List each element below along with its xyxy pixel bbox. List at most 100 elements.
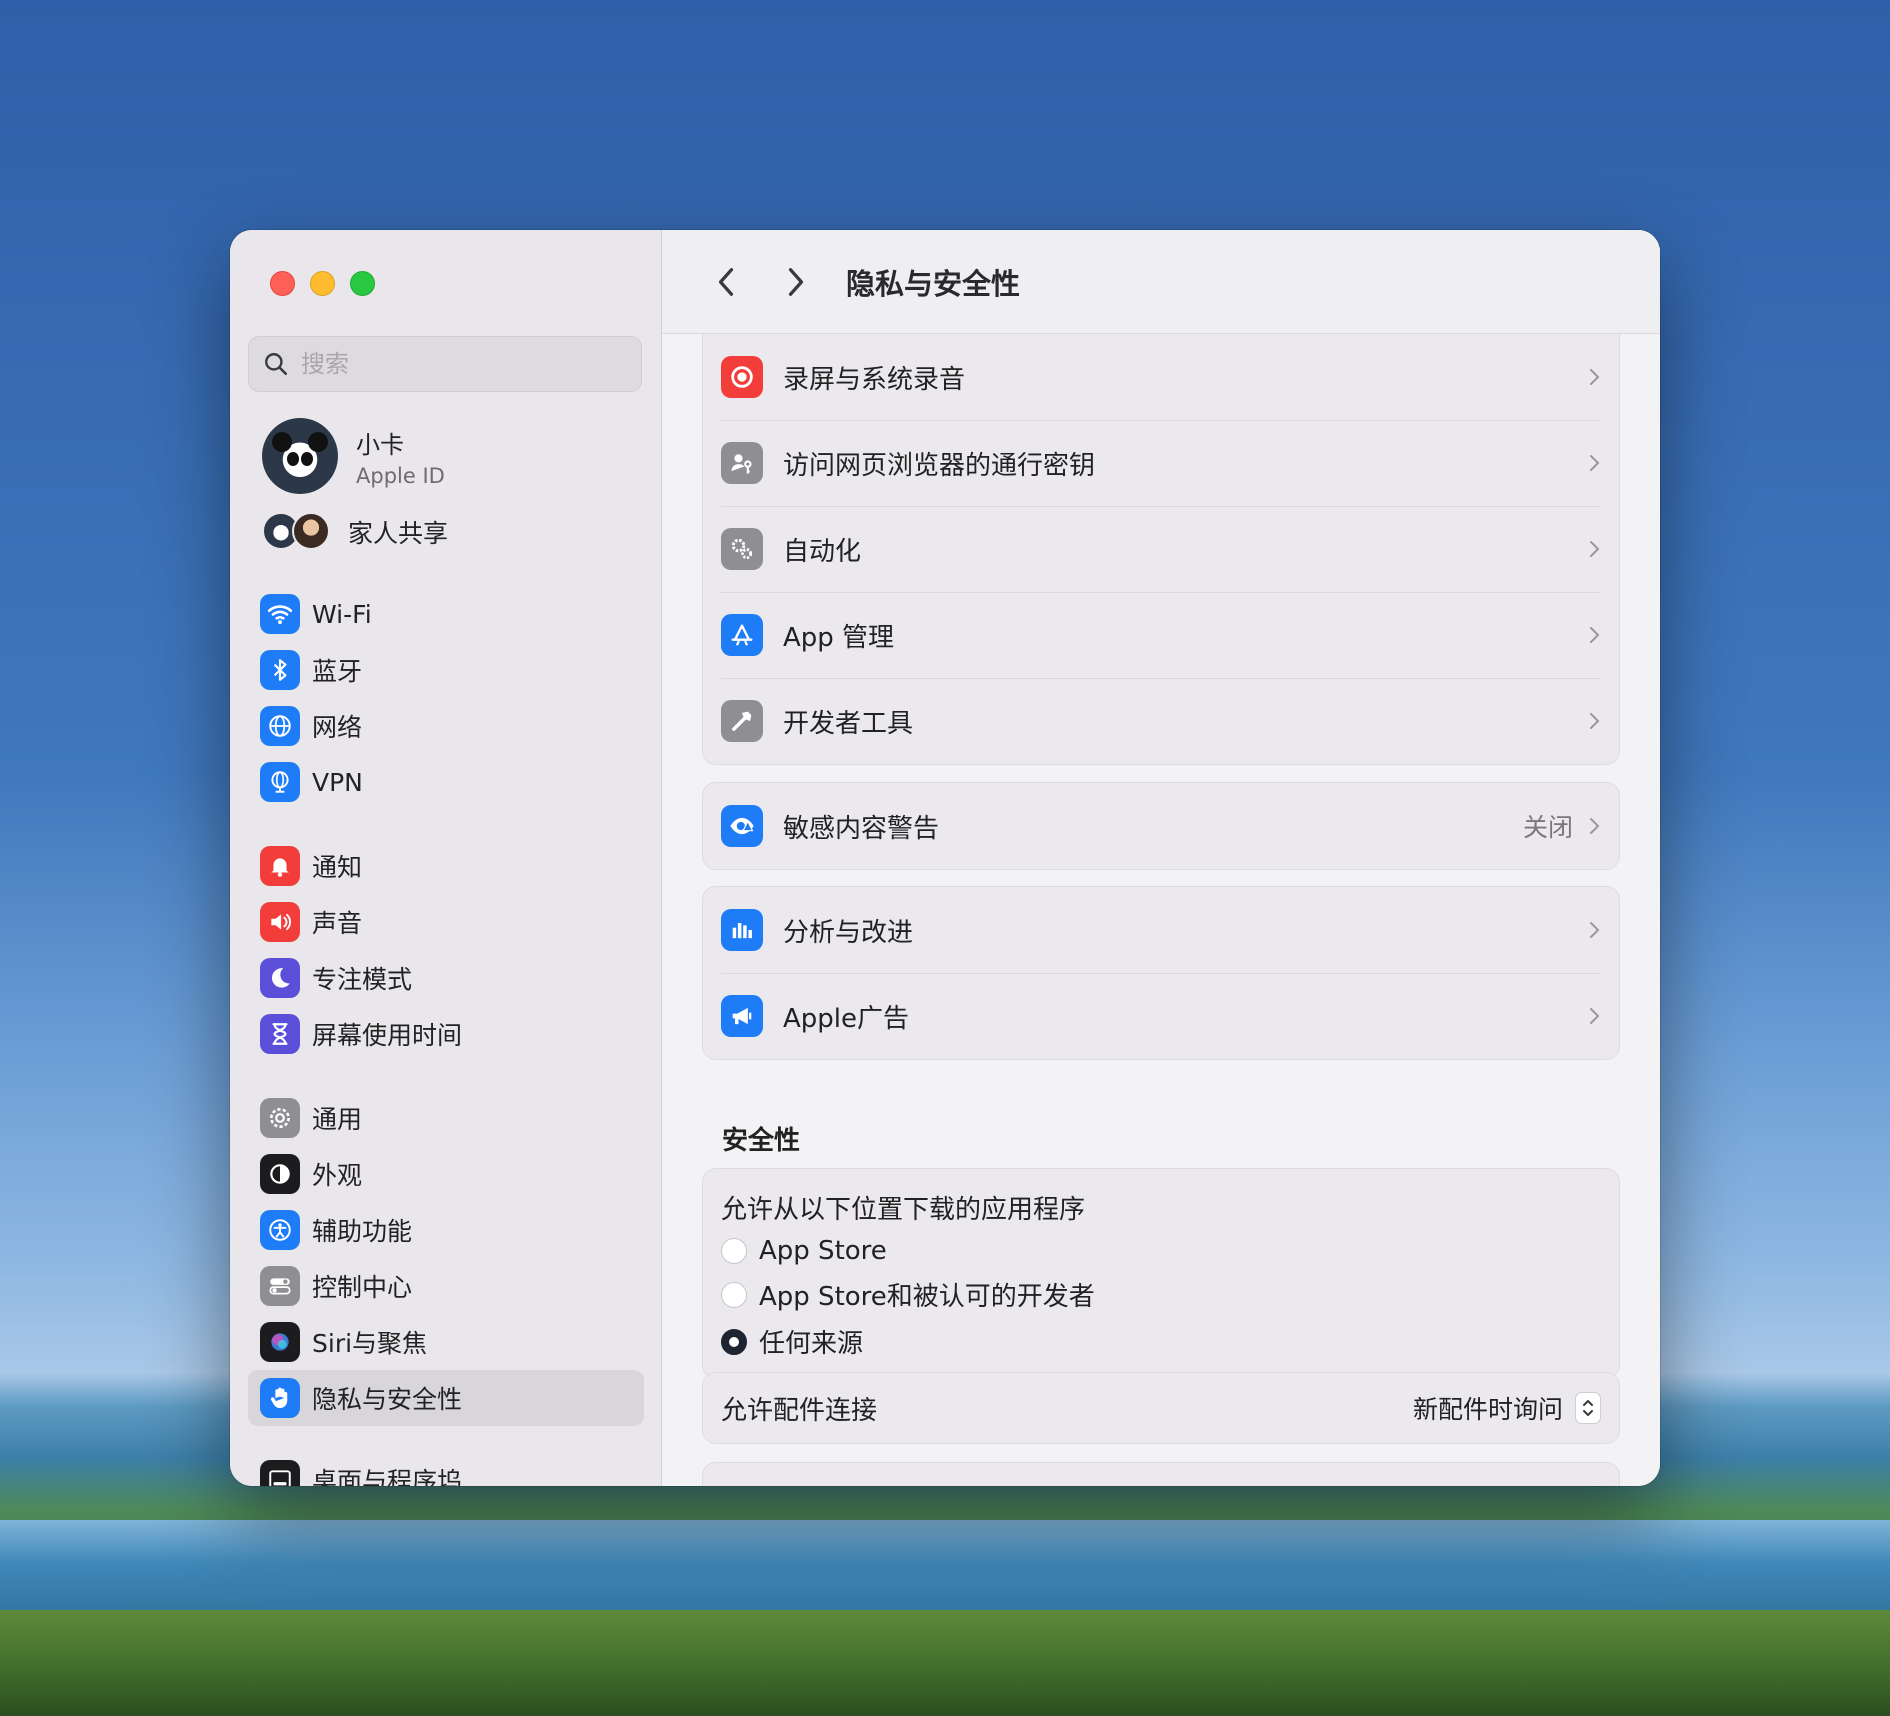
- sidebar-group-network: Wi-Fi 蓝牙 网络 VPN: [248, 586, 644, 810]
- sidebar-item-appearance[interactable]: 外观: [248, 1146, 644, 1202]
- row-app-management[interactable]: App 管理: [703, 592, 1619, 678]
- family-avatars: [262, 512, 332, 552]
- sidebar-item-desktop-dock[interactable]: 桌面与程序坞: [248, 1452, 644, 1486]
- apple-id-account[interactable]: 小卡 Apple ID: [262, 418, 445, 494]
- row-sensitive-content[interactable]: 敏感内容警告 关闭: [703, 783, 1619, 869]
- bell-icon: [260, 846, 300, 886]
- radio-button[interactable]: [721, 1238, 747, 1264]
- search-field[interactable]: [248, 336, 642, 392]
- toggles-icon: [260, 1266, 300, 1306]
- row-label: 允许配件连接: [721, 1395, 878, 1426]
- privacy-list-card-2: 分析与改进 Apple广告: [702, 886, 1620, 1060]
- accessory-popup[interactable]: 新配件时询问: [1413, 1390, 1601, 1426]
- toolbar: 隐私与安全性: [662, 230, 1660, 334]
- sidebar-item-label: 桌面与程序坞: [312, 1467, 463, 1486]
- sidebar-item-bluetooth[interactable]: 蓝牙: [248, 642, 644, 698]
- account-name: 小卡: [356, 430, 404, 459]
- chevron-left-icon: [718, 267, 734, 296]
- radio-button[interactable]: [721, 1281, 747, 1308]
- sidebar-item-privacy-security[interactable]: 隐私与安全性: [248, 1370, 644, 1426]
- accessibility-icon: [260, 1210, 300, 1250]
- row-apple-ads[interactable]: Apple广告: [703, 973, 1619, 1059]
- sidebar-item-focus[interactable]: 专注模式: [248, 950, 644, 1006]
- eye-warning-icon: [721, 805, 763, 847]
- chevron-right-icon: [1590, 818, 1600, 834]
- siri-icon: [260, 1322, 300, 1362]
- sidebar-item-label: 蓝牙: [312, 657, 363, 686]
- sidebar-item-accessibility[interactable]: 辅助功能: [248, 1202, 644, 1258]
- sidebar-group-system: 通用 外观 辅助功能 控制中心 Siri与聚焦 隐私与安全性: [248, 1090, 644, 1426]
- row-label: 访问网页浏览器的通行密钥: [783, 450, 1096, 481]
- page-title: 隐私与安全性: [846, 266, 1021, 301]
- appearance-icon: [260, 1154, 300, 1194]
- radio-app-store[interactable]: App Store: [721, 1236, 1601, 1266]
- forward-button[interactable]: [774, 260, 818, 304]
- close-button[interactable]: [270, 271, 295, 296]
- sidebar-item-network[interactable]: 网络: [248, 698, 644, 754]
- chevron-right-icon: [1590, 627, 1600, 643]
- chevron-right-icon: [1590, 713, 1600, 729]
- wallpaper-ground: [0, 1610, 1890, 1716]
- family-sharing-label: 家人共享: [348, 519, 449, 548]
- sidebar-item-label: 网络: [312, 713, 363, 742]
- sidebar-item-control-center[interactable]: 控制中心: [248, 1258, 644, 1314]
- megaphone-icon: [721, 995, 763, 1037]
- wifi-icon: [260, 594, 300, 634]
- sidebar-item-label: VPN: [312, 767, 363, 797]
- privacy-list-card-1: 录屏与系统录音 访问网页浏览器的通行密钥 自动化 App 管理 开发者工具: [702, 334, 1620, 765]
- speaker-icon: [260, 902, 300, 942]
- account-subtitle: Apple ID: [356, 463, 445, 488]
- row-label: 自动化: [783, 536, 862, 567]
- sidebar-group-notifications: 通知 声音 专注模式 屏幕使用时间: [248, 838, 644, 1062]
- sidebar-item-screen-time[interactable]: 屏幕使用时间: [248, 1006, 644, 1062]
- bluetooth-icon: [260, 650, 300, 690]
- row-label: 开发者工具: [783, 708, 914, 739]
- radio-anywhere[interactable]: 任何来源: [721, 1323, 1601, 1360]
- radio-app-store-identified[interactable]: App Store和被认可的开发者: [721, 1276, 1601, 1313]
- sidebar-item-label: Siri与聚焦: [312, 1329, 428, 1358]
- accessory-card: 允许配件连接 新配件时询问: [702, 1372, 1620, 1444]
- settings-window: 小卡 Apple ID 家人共享 Wi-Fi 蓝牙: [230, 230, 1660, 1486]
- radio-label: App Store: [759, 1236, 887, 1266]
- family-sharing[interactable]: 家人共享: [262, 512, 448, 552]
- radio-label: 任何来源: [759, 1329, 864, 1359]
- row-accessory-connection: 允许配件连接 新配件时询问: [703, 1373, 1619, 1443]
- row-label: 分析与改进: [783, 917, 914, 948]
- sidebar-item-general[interactable]: 通用: [248, 1090, 644, 1146]
- row-label: App 管理: [783, 622, 895, 653]
- row-passkeys[interactable]: 访问网页浏览器的通行密钥: [703, 420, 1619, 506]
- chevron-right-icon: [1590, 922, 1600, 938]
- radio-button-selected[interactable]: [721, 1328, 747, 1355]
- download-source-card: 允许从以下位置下载的应用程序 App Store App Store和被认可的开…: [702, 1168, 1620, 1379]
- sidebar-item-siri[interactable]: Siri与聚焦: [248, 1314, 644, 1370]
- sidebar-item-wifi[interactable]: Wi-Fi: [248, 586, 644, 642]
- sidebar-item-label: Wi-Fi: [312, 599, 372, 629]
- minimize-button[interactable]: [310, 271, 335, 296]
- sidebar-item-vpn[interactable]: VPN: [248, 754, 644, 810]
- row-analytics[interactable]: 分析与改进: [703, 887, 1619, 973]
- back-button[interactable]: [704, 260, 748, 304]
- popup-stepper-icon: [1575, 1392, 1601, 1424]
- accessory-popup-value: 新配件时询问: [1412, 1395, 1563, 1424]
- hammer-icon: [721, 700, 763, 742]
- hourglass-icon: [260, 1014, 300, 1054]
- chevron-right-icon: [1590, 1008, 1600, 1024]
- row-screen-recording[interactable]: 录屏与系统录音: [703, 334, 1619, 420]
- app-store-icon: [721, 614, 763, 656]
- zoom-button[interactable]: [350, 271, 375, 296]
- sidebar-item-notifications[interactable]: 通知: [248, 838, 644, 894]
- sidebar-item-label: 辅助功能: [312, 1217, 413, 1246]
- sidebar-item-sound[interactable]: 声音: [248, 894, 644, 950]
- search-input[interactable]: [301, 350, 621, 378]
- download-source-label: 允许从以下位置下载的应用程序: [721, 1195, 1086, 1225]
- row-automation[interactable]: 自动化: [703, 506, 1619, 592]
- sensitive-content-card: 敏感内容警告 关闭: [702, 782, 1620, 870]
- row-developer-tools[interactable]: 开发者工具: [703, 678, 1619, 764]
- next-card-partial: [702, 1462, 1620, 1486]
- sidebar-item-label: 控制中心: [312, 1273, 413, 1302]
- radio-label: App Store和被认可的开发者: [759, 1282, 1095, 1312]
- gears-icon: [721, 528, 763, 570]
- sensitive-content-status: 关闭: [1522, 813, 1573, 842]
- sidebar-item-label: 屏幕使用时间: [312, 1021, 463, 1050]
- vpn-globe-icon: [260, 762, 300, 802]
